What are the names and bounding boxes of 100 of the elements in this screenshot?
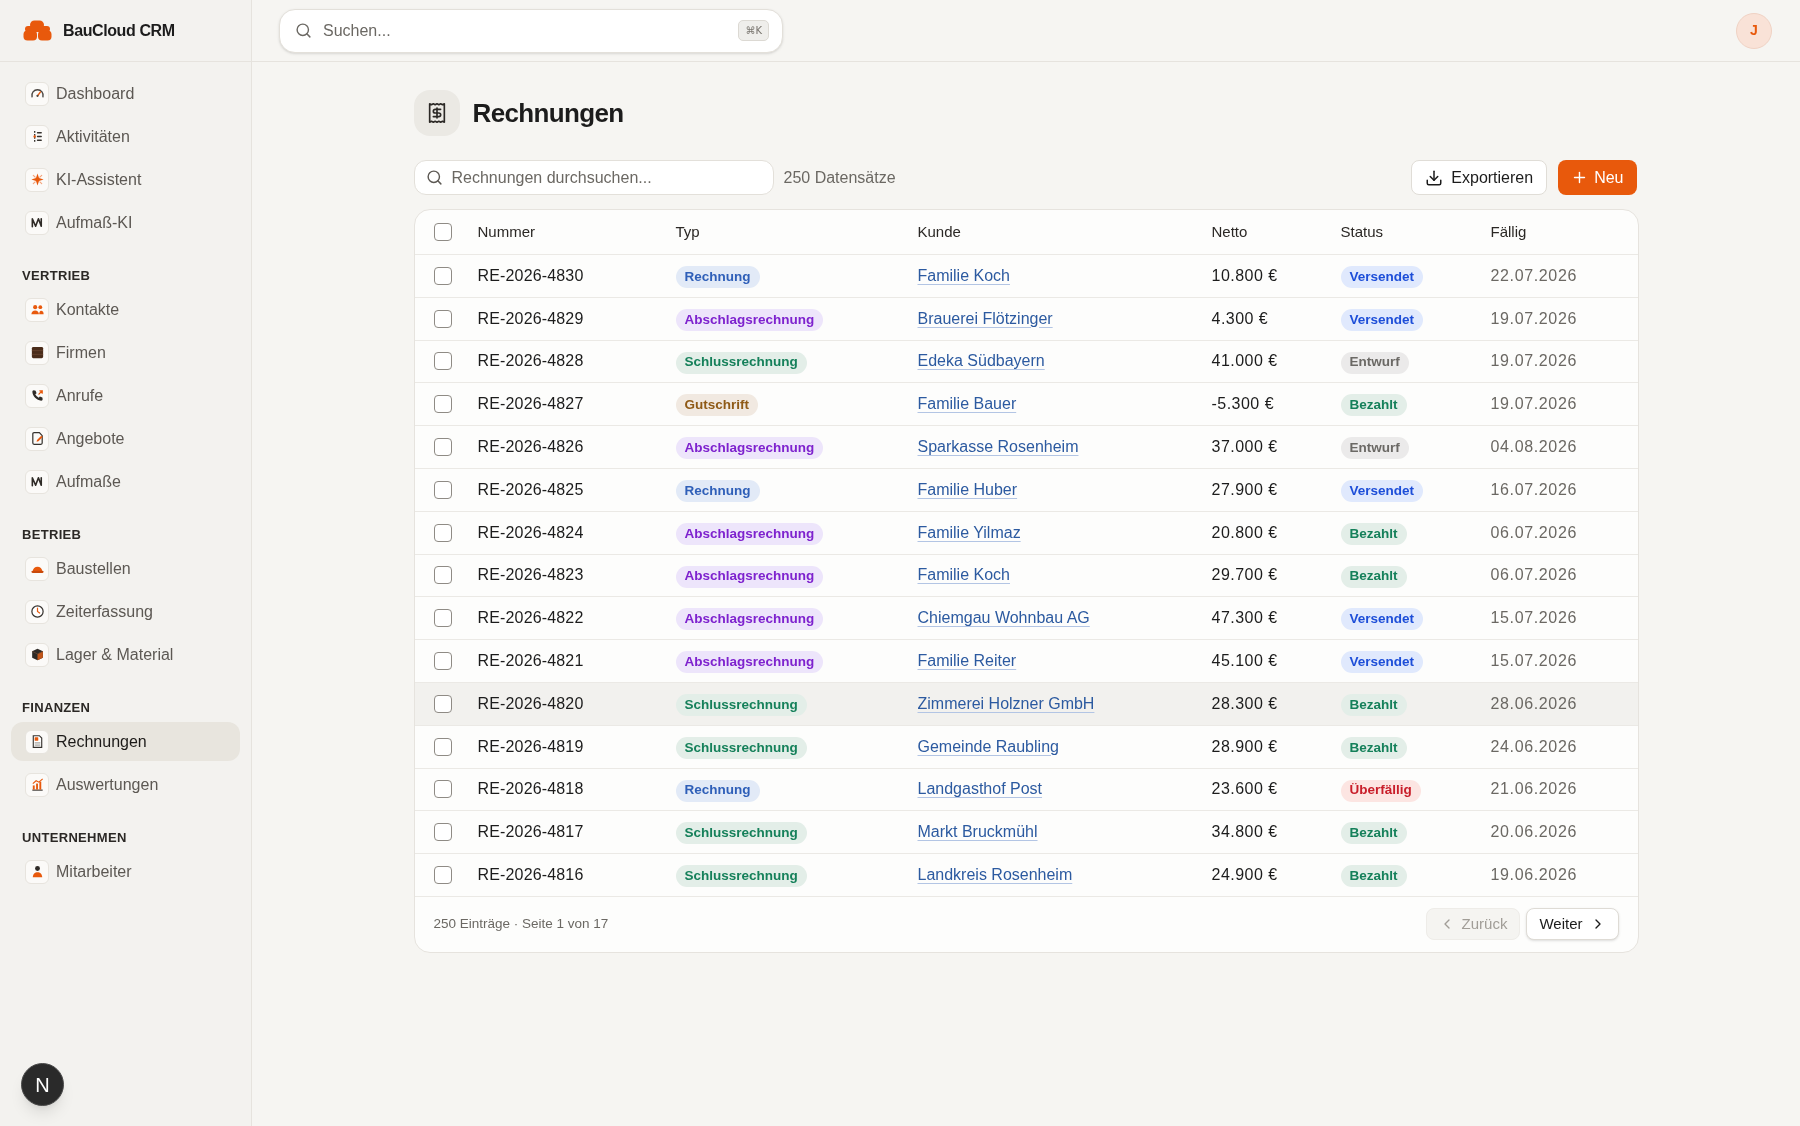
table-cell: 37.000 € xyxy=(1211,438,1278,456)
table-cell: 19.06.2026 xyxy=(1490,866,1577,884)
table-cell: 04.08.2026 xyxy=(1490,438,1577,456)
type-tag: Schlussrechnung xyxy=(675,865,807,888)
table-cell: 20.800 € xyxy=(1211,523,1278,541)
table-cell: RE-2026-4819 xyxy=(477,737,584,755)
customer-link[interactable]: Brauerei Flötzinger xyxy=(917,309,1053,327)
column-header: Nummer xyxy=(477,223,535,240)
table-cell: RE-2026-4826 xyxy=(477,438,584,456)
table-cell: 28.900 € xyxy=(1211,737,1278,755)
search-icon xyxy=(425,169,443,186)
status-tag: Bezahlt xyxy=(1340,693,1407,716)
nav-item[interactable]: Anrufe xyxy=(11,376,240,415)
table-cell: RE-2026-4829 xyxy=(477,309,584,327)
nav-item[interactable]: Angebote xyxy=(11,419,240,458)
nav-item[interactable]: Zeiterfassung xyxy=(11,592,240,631)
row-checkbox[interactable] xyxy=(433,566,452,585)
table-cell: RE-2026-4824 xyxy=(477,523,584,541)
table-cell: 16.07.2026 xyxy=(1490,480,1577,498)
table-cell: RE-2026-4825 xyxy=(477,480,584,498)
customer-link[interactable]: Gemeinde Raubling xyxy=(917,737,1059,755)
invoice-icon xyxy=(25,729,49,754)
export-button[interactable]: Exportieren xyxy=(1411,160,1548,195)
row-checkbox[interactable] xyxy=(433,523,452,542)
status-tag: Versendet xyxy=(1340,308,1424,331)
row-checkbox[interactable] xyxy=(433,866,452,885)
nav-item[interactable]: Rechnungen xyxy=(11,722,240,761)
table-cell: 4.300 € xyxy=(1211,309,1269,327)
column-header: Netto xyxy=(1211,223,1248,240)
table-cell: RE-2026-4823 xyxy=(477,566,584,584)
column-header: Kunde xyxy=(917,223,961,240)
table-cell: RE-2026-4828 xyxy=(477,352,584,370)
brick-icon xyxy=(25,340,49,365)
nav-item[interactable]: Kontakte xyxy=(11,290,240,329)
table-cell: 19.07.2026 xyxy=(1490,395,1577,413)
nav-item[interactable]: Auswertungen xyxy=(11,765,240,804)
next-page-button[interactable]: Weiter xyxy=(1526,908,1619,941)
table-cell: 47.300 € xyxy=(1211,609,1278,627)
nav-item[interactable]: Baustellen xyxy=(11,549,240,588)
table-cell: 45.100 € xyxy=(1211,652,1278,670)
search-field[interactable]: Rechnungen durchsuchen... xyxy=(413,160,774,195)
customer-link[interactable]: Familie Reiter xyxy=(917,652,1017,670)
table-cell: RE-2026-4830 xyxy=(477,266,584,284)
nav-item[interactable]: KI-Assistent xyxy=(11,160,240,199)
customer-link[interactable]: Zimmerei Holzner GmbH xyxy=(917,694,1095,712)
nav-item[interactable]: Lager & Material xyxy=(11,635,240,674)
status-tag: Bezahlt xyxy=(1340,822,1407,845)
select-all-checkbox[interactable] xyxy=(433,223,452,241)
row-checkbox[interactable] xyxy=(433,823,452,842)
column-header: Status xyxy=(1340,223,1384,240)
table-cell: 22.07.2026 xyxy=(1490,266,1577,284)
status-tag: Versendet xyxy=(1340,479,1424,502)
customer-link[interactable]: Landkreis Rosenheim xyxy=(917,866,1073,884)
row-checkbox[interactable] xyxy=(433,266,452,285)
row-checkbox[interactable] xyxy=(433,737,452,756)
customer-link[interactable]: Familie Yilmaz xyxy=(917,523,1021,541)
nav-item[interactable]: Aufmaß-KI xyxy=(11,203,240,242)
type-tag: Abschlagsrechnung xyxy=(675,522,824,545)
customer-link[interactable]: Sparkasse Rosenheim xyxy=(917,438,1079,456)
nav-item[interactable]: Firmen xyxy=(11,333,240,372)
row-checkbox[interactable] xyxy=(433,352,452,371)
customer-link[interactable]: Chiemgau Wohnbau AG xyxy=(917,609,1090,627)
nav-item[interactable]: Dashboard xyxy=(11,74,240,113)
new-button[interactable]: Neu xyxy=(1558,160,1637,195)
customer-link[interactable]: Familie Bauer xyxy=(917,395,1017,413)
row-checkbox[interactable] xyxy=(433,609,452,628)
row-checkbox[interactable] xyxy=(433,652,452,671)
type-tag: Abschlagsrechnung xyxy=(675,651,824,674)
dev-tools-button[interactable]: N xyxy=(21,1063,64,1106)
row-checkbox[interactable] xyxy=(433,480,452,499)
box-icon xyxy=(25,642,49,667)
section-heading: VERTRIEB xyxy=(21,268,92,284)
page-title: Rechnungen xyxy=(472,96,624,130)
row-checkbox[interactable] xyxy=(433,395,452,414)
zigzag-icon xyxy=(25,210,49,235)
search-icon xyxy=(295,21,312,39)
sparkle-icon xyxy=(25,167,49,192)
customer-link[interactable]: Familie Huber xyxy=(917,480,1018,498)
row-checkbox[interactable] xyxy=(433,694,452,713)
nav-item[interactable]: Mitarbeiter xyxy=(11,852,240,891)
customer-link[interactable]: Landgasthof Post xyxy=(917,780,1043,798)
nav-item[interactable]: Aufmaße xyxy=(11,462,240,501)
table-cell: 21.06.2026 xyxy=(1490,780,1577,798)
status-tag: Bezahlt xyxy=(1340,865,1407,888)
row-checkbox[interactable] xyxy=(433,780,452,799)
type-tag: Rechnung xyxy=(675,479,760,502)
table-cell: 10.800 € xyxy=(1211,266,1278,284)
table-cell: 41.000 € xyxy=(1211,352,1278,370)
customer-link[interactable]: Markt Bruckmühl xyxy=(917,823,1038,841)
customer-link[interactable]: Familie Koch xyxy=(917,266,1010,284)
nav-item[interactable]: Aktivitäten xyxy=(11,117,240,156)
type-tag: Rechnung xyxy=(675,265,760,288)
row-checkbox[interactable] xyxy=(433,309,452,328)
customer-link[interactable]: Edeka Südbayern xyxy=(917,352,1045,370)
table-cell: RE-2026-4821 xyxy=(477,652,584,670)
row-checkbox[interactable] xyxy=(433,438,452,457)
customer-link[interactable]: Familie Koch xyxy=(917,566,1010,584)
column-header: Typ xyxy=(675,223,700,240)
column-header: Fällig xyxy=(1490,223,1527,240)
status-tag: Überfällig xyxy=(1340,779,1421,802)
